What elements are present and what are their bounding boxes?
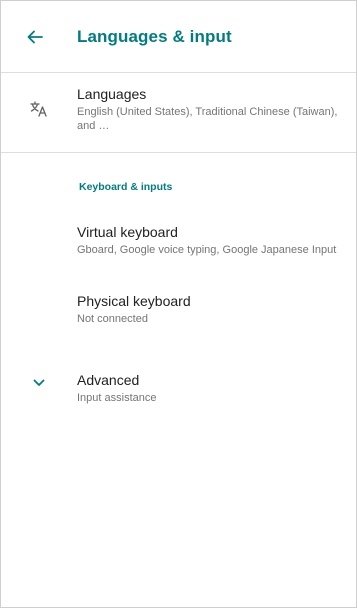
translate-icon bbox=[30, 101, 47, 117]
languages-text: Languages English (United States), Tradi… bbox=[77, 85, 356, 133]
advanced-item[interactable]: Advanced Input assistance bbox=[1, 360, 356, 440]
virtual-keyboard-summary: Gboard, Google voice typing, Google Japa… bbox=[77, 244, 337, 256]
virtual-keyboard-title: Virtual keyboard bbox=[77, 224, 178, 240]
advanced-summary: Input assistance bbox=[77, 392, 157, 404]
languages-icon-container bbox=[1, 85, 77, 117]
languages-title: Languages bbox=[77, 86, 147, 102]
settings-screen: Languages & input Languages English (Uni… bbox=[0, 0, 357, 608]
keyboard-inputs-category-header: Keyboard & inputs bbox=[79, 181, 173, 193]
app-bar: Languages & input bbox=[1, 1, 356, 73]
languages-summary: English (United States), Traditional Chi… bbox=[77, 106, 338, 132]
physical-keyboard-title: Physical keyboard bbox=[77, 293, 191, 309]
virtual-keyboard-item[interactable]: Virtual keyboard Gboard, Google voice ty… bbox=[1, 197, 356, 280]
physical-keyboard-summary: Not connected bbox=[77, 313, 148, 325]
arrow-back-icon bbox=[27, 30, 43, 43]
languages-item[interactable]: Languages English (United States), Tradi… bbox=[1, 73, 356, 153]
chevron-down-icon bbox=[33, 379, 45, 386]
back-button[interactable] bbox=[7, 13, 63, 61]
physical-keyboard-item[interactable]: Physical keyboard Not connected bbox=[1, 280, 356, 360]
advanced-text: Advanced Input assistance bbox=[77, 371, 356, 405]
virtual-keyboard-text: Virtual keyboard Gboard, Google voice ty… bbox=[77, 223, 356, 257]
advanced-icon-container bbox=[1, 371, 77, 387]
page-title: Languages & input bbox=[77, 26, 232, 46]
physical-keyboard-text: Physical keyboard Not connected bbox=[77, 292, 356, 326]
advanced-title: Advanced bbox=[77, 372, 140, 388]
